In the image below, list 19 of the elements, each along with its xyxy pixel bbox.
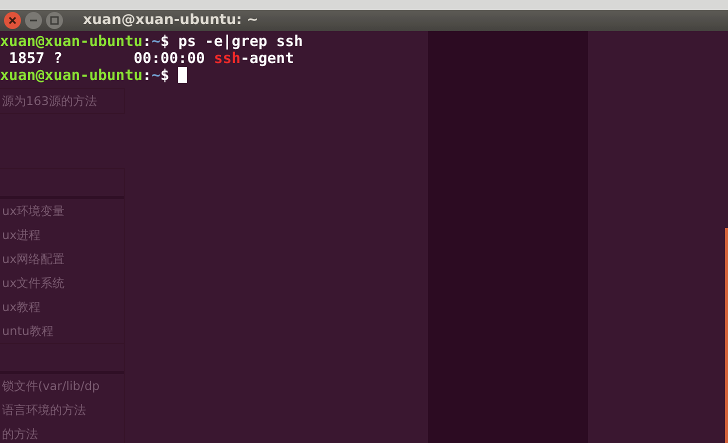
close-button[interactable] [4,12,21,29]
background-page-text: 语言环境的方法 [1,402,87,419]
background-page-text: 锁文件(var/lib/dp [1,378,101,395]
maximize-button[interactable] [46,12,63,29]
background-page-text: untu教程 [1,323,55,340]
terminal-line: xuan@xuan-ubuntu:~$ [0,67,170,84]
close-icon [8,16,17,25]
terminal-line: 1857 ? 00:00:00 ssh-agent [8,50,294,67]
background-page-text: ux文件系统 [1,275,66,292]
minimize-button[interactable] [25,12,42,29]
background-page-text: ux网络配置 [1,251,66,268]
background-page-text: ux环境变量 [1,203,66,220]
window-title: xuan@xuan-ubuntu: ~ [83,11,258,30]
maximize-icon [50,16,59,25]
background-page-text: 源为163源的方法 [1,93,98,110]
background-page-text: ux进程 [1,227,42,244]
background-page-text: 的方法 [1,426,39,443]
background-page-text: ux教程 [1,299,42,316]
terminal-line: xuan@xuan-ubuntu:~$ ps -e|grep ssh [0,33,303,50]
